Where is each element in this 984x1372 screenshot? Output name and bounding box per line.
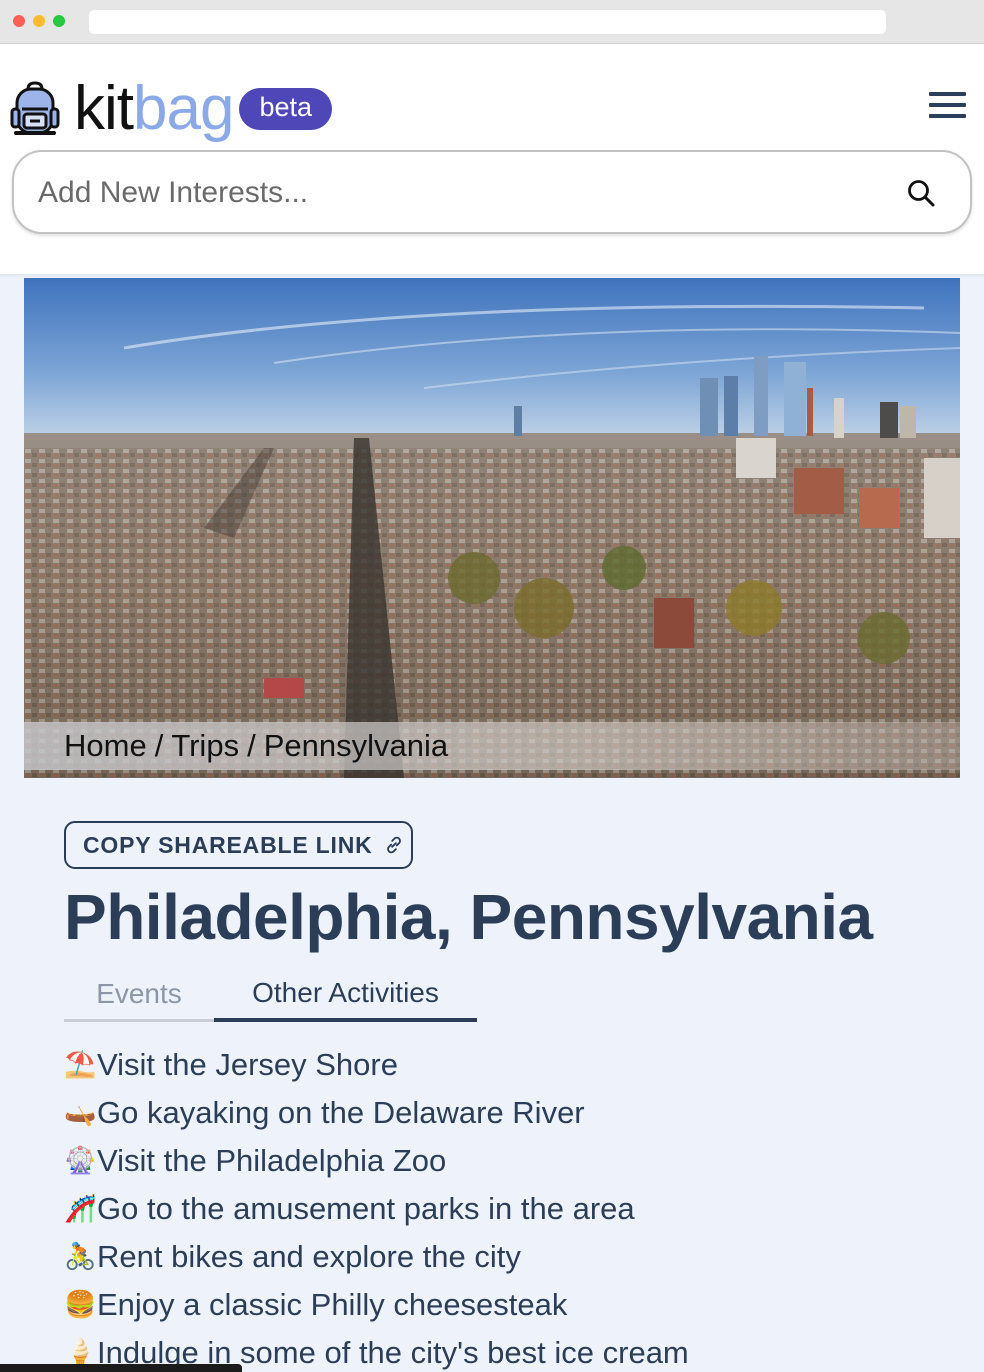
logo-text-kit: kit <box>74 74 134 143</box>
breadcrumb-bar: Home / Trips / Pennsylvania <box>24 722 960 770</box>
copy-shareable-link-button[interactable]: COPY SHAREABLE LINK <box>64 821 413 869</box>
maximize-window-button[interactable] <box>53 15 65 27</box>
horizontal-scrollbar[interactable] <box>0 1364 242 1372</box>
hero-image: Home / Trips / Pennsylvania <box>24 278 960 778</box>
city-skyline-image <box>24 278 960 778</box>
link-icon <box>386 836 401 854</box>
bicyclist-icon: 🚴 <box>64 1242 97 1272</box>
browser-toolbar <box>0 0 984 44</box>
list-item: ⛱️ Visit the Jersey Shore <box>64 1041 689 1089</box>
tab-other-activities[interactable]: Other Activities <box>214 968 477 1022</box>
address-bar[interactable] <box>89 10 886 34</box>
activity-text: Rent bikes and explore the city <box>97 1239 521 1274</box>
tab-events[interactable]: Events <box>64 968 214 1022</box>
search-bar <box>12 150 972 234</box>
activity-text: Enjoy a classic Philly cheesesteak <box>97 1287 568 1322</box>
activity-text: Visit the Jersey Shore <box>97 1047 398 1082</box>
ferris-wheel-icon: 🎡 <box>64 1146 97 1176</box>
hamburger-icon: 🍔 <box>64 1290 97 1320</box>
list-item: 🚴 Rent bikes and explore the city <box>64 1233 689 1281</box>
page-title: Philadelphia, Pennsylvania <box>64 881 873 953</box>
site-header: kit bag beta <box>0 44 984 274</box>
activities-list: ⛱️ Visit the Jersey Shore 🛶 Go kayaking on… <box>64 1041 689 1372</box>
beach-umbrella-icon: ⛱️ <box>64 1050 97 1080</box>
breadcrumb-trips[interactable]: Trips <box>171 728 239 764</box>
breadcrumb-separator: / <box>247 728 256 763</box>
backpack-icon <box>10 81 60 135</box>
search-input[interactable] <box>38 170 878 216</box>
list-item: 🎢 Go to the amusement parks in the area <box>64 1185 689 1233</box>
breadcrumb-current: Pennsylvania <box>263 728 449 763</box>
tab-bar: Events Other Activities <box>64 968 477 1022</box>
canoe-icon: 🛶 <box>64 1098 97 1128</box>
roller-coaster-icon: 🎢 <box>64 1194 97 1224</box>
activity-text: Go kayaking on the Delaware River <box>97 1095 585 1130</box>
search-icon[interactable] <box>906 178 936 208</box>
activity-text: Go to the amusement parks in the area <box>97 1191 635 1226</box>
breadcrumb: Home / Trips / Pennsylvania <box>64 728 448 764</box>
list-item: 🎡 Visit the Philadelphia Zoo <box>64 1137 689 1185</box>
minimize-window-button[interactable] <box>33 15 45 27</box>
list-item: 🍔 Enjoy a classic Philly cheesesteak <box>64 1281 689 1329</box>
activity-text: Visit the Philadelphia Zoo <box>97 1143 447 1178</box>
logo[interactable]: kit bag beta <box>10 74 333 144</box>
logo-text-bag: bag <box>133 74 234 143</box>
breadcrumb-home[interactable]: Home <box>64 728 147 764</box>
list-item: 🛶 Go kayaking on the Delaware River <box>64 1089 689 1137</box>
beta-badge: beta <box>239 88 333 130</box>
copy-shareable-link-label: COPY SHAREABLE LINK <box>83 831 373 858</box>
close-window-button[interactable] <box>13 15 25 27</box>
hamburger-menu-icon[interactable] <box>929 92 966 118</box>
breadcrumb-separator: / <box>154 728 164 763</box>
